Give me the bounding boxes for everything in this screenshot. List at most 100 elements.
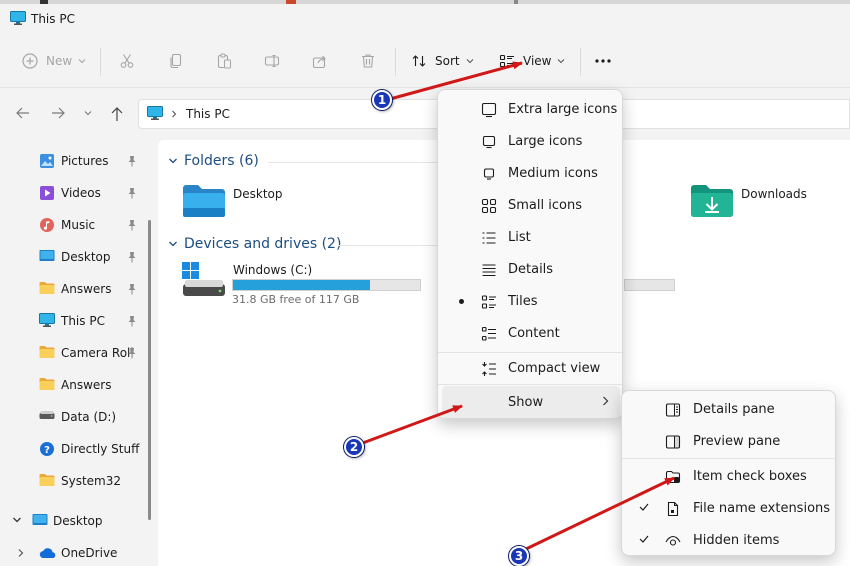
view-button[interactable]: View	[499, 48, 565, 74]
menu-item-label: Preview pane	[693, 434, 781, 449]
delete-button[interactable]	[360, 48, 376, 74]
rename-button[interactable]	[264, 48, 280, 74]
menu-item-extra-large-icons[interactable]: Extra large icons	[442, 93, 620, 125]
sidebar-item-label: Data (D:)	[61, 410, 117, 424]
folder-name: Downloads	[741, 187, 807, 201]
up-arrow-icon[interactable]	[110, 106, 124, 122]
details-view-icon	[481, 262, 497, 278]
menu-separator	[438, 384, 622, 385]
menu-item-file-name-extensions[interactable]: File name extensions	[626, 492, 833, 524]
menu-item-compact-view[interactable]: Compact view	[442, 352, 620, 384]
sidebar-item-system32[interactable]: System32	[0, 465, 150, 497]
chevron-down-icon[interactable]	[12, 516, 22, 524]
menu-item-label: Large icons	[508, 134, 583, 149]
sort-label: Sort	[435, 54, 460, 68]
this-pc-icon	[147, 106, 163, 120]
toolbar-divider	[100, 48, 101, 76]
menu-item-preview-pane[interactable]: Preview pane	[626, 425, 833, 457]
svg-text:?: ?	[44, 445, 50, 456]
devices-group-header[interactable]: Devices and drives (2)	[168, 236, 341, 252]
menu-item-list[interactable]: List	[442, 221, 620, 253]
copy-icon	[168, 53, 184, 69]
sidebar-item-desktop-root[interactable]: Desktop	[0, 505, 150, 537]
sort-icon	[411, 53, 427, 69]
menu-item-label: Extra large icons	[508, 102, 618, 117]
chevron-right-icon[interactable]	[17, 548, 25, 558]
file-name-extensions-icon	[665, 501, 681, 517]
content-view-icon	[481, 326, 497, 342]
folders-group-label: Folders (6)	[184, 153, 259, 169]
sidebar-item-pictures[interactable]: Pictures	[0, 145, 150, 177]
tiles-view-icon	[481, 294, 497, 310]
sidebar-item-label: Answers	[61, 378, 112, 392]
menu-item-item-check-boxes[interactable]: Item check boxes	[626, 460, 833, 492]
sidebar-item-data-drive[interactable]: Data (D:)	[0, 401, 150, 433]
window-title: This PC	[31, 12, 75, 26]
sidebar-item-label: Desktop	[61, 250, 111, 264]
pin-icon	[127, 187, 137, 199]
folder-icon	[39, 281, 55, 295]
compact-view-icon	[481, 361, 497, 377]
address-path[interactable]: This PC	[186, 107, 230, 121]
sidebar-item-camera-roll[interactable]: Camera Roll	[0, 337, 150, 369]
desktop-icon	[32, 513, 48, 527]
sort-button[interactable]: Sort	[411, 48, 474, 74]
drive-name: Windows (C:)	[233, 263, 313, 277]
menu-item-medium-icons[interactable]: Medium icons	[442, 157, 620, 189]
menu-item-label: Item check boxes	[693, 469, 807, 484]
menu-item-details-pane[interactable]: Details pane	[626, 393, 833, 425]
sidebar-item-music[interactable]: Music	[0, 209, 150, 241]
forward-arrow-icon[interactable]	[50, 106, 66, 120]
folder-name: Desktop	[233, 187, 283, 201]
trash-icon	[360, 53, 376, 69]
navigation-bar: This PC	[0, 88, 850, 140]
new-label: New	[46, 54, 73, 68]
sidebar-item-answers[interactable]: Answers	[0, 273, 150, 305]
menu-item-content[interactable]: Content	[442, 317, 620, 349]
back-arrow-icon[interactable]	[15, 106, 31, 120]
pin-icon	[127, 347, 137, 359]
chevron-right-icon	[602, 396, 609, 406]
sidebar-item-this-pc[interactable]: This PC	[0, 305, 150, 337]
see-more-button[interactable]	[594, 48, 612, 74]
menu-item-label: Medium icons	[508, 166, 598, 181]
folders-group-header[interactable]: Folders (6)	[168, 153, 259, 169]
chevron-down-icon	[78, 58, 86, 64]
menu-item-label: Show	[508, 395, 544, 410]
menu-item-hidden-items[interactable]: Hidden items	[626, 524, 833, 556]
medium-icons-icon	[481, 166, 497, 182]
menu-item-label: Details pane	[693, 402, 775, 417]
sidebar-item-label: Answers	[61, 282, 112, 296]
sidebar-item-label: This PC	[61, 314, 105, 328]
sidebar-item-videos[interactable]: Videos	[0, 177, 150, 209]
sidebar-item-directly-stuff[interactable]: ? Directly Stuff	[0, 433, 150, 465]
menu-item-small-icons[interactable]: Small icons	[442, 189, 620, 221]
group-divider	[268, 162, 438, 163]
cut-button[interactable]	[119, 48, 135, 74]
command-bar: New Sort View	[0, 34, 850, 88]
menu-item-label: Tiles	[508, 294, 538, 309]
list-view-icon	[481, 230, 497, 246]
sidebar-item-answers-2[interactable]: Answers	[0, 369, 150, 401]
menu-item-tiles[interactable]: Tiles	[442, 285, 620, 317]
small-icons-icon	[481, 198, 497, 214]
menu-item-show[interactable]: Show	[442, 386, 620, 418]
pictures-icon	[39, 153, 55, 169]
share-button[interactable]	[312, 48, 328, 74]
pin-icon	[127, 283, 137, 295]
menu-item-label: List	[508, 230, 531, 245]
sidebar-scrollbar[interactable]	[148, 220, 151, 520]
copy-button[interactable]	[168, 48, 184, 74]
paste-button[interactable]	[216, 48, 232, 74]
recent-locations-chevron-icon[interactable]	[84, 110, 92, 116]
menu-item-details[interactable]: Details	[442, 253, 620, 285]
annotation-badge-1: 1	[372, 90, 392, 110]
drive-free-space: 31.8 GB free of 117 GB	[232, 293, 360, 306]
sidebar-item-desktop[interactable]: Desktop	[0, 241, 150, 273]
new-button[interactable]: New	[22, 48, 86, 74]
sidebar-item-onedrive[interactable]: OneDrive	[0, 537, 150, 566]
sidebar-item-label: Videos	[61, 186, 101, 200]
show-submenu: Details pane Preview pane Item check box…	[621, 390, 836, 556]
more-horizontal-icon	[594, 58, 612, 64]
menu-item-large-icons[interactable]: Large icons	[442, 125, 620, 157]
